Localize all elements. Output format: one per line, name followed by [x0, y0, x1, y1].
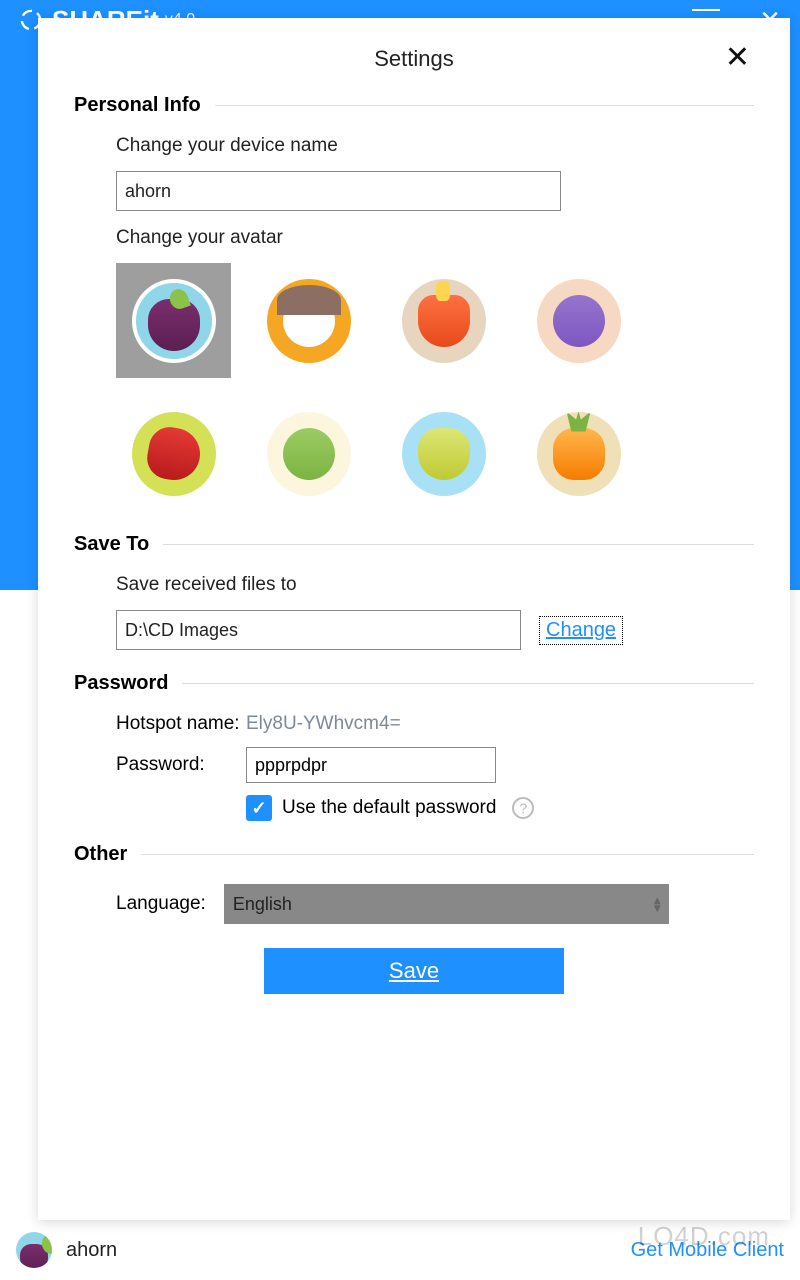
- section-title-other: Other: [74, 843, 127, 866]
- bottom-bar: ahorn Get Mobile Client: [0, 1226, 800, 1274]
- password-input[interactable]: [246, 747, 496, 783]
- change-path-link[interactable]: Change: [539, 616, 623, 645]
- close-icon[interactable]: ✕: [725, 40, 750, 75]
- device-name-input[interactable]: [116, 171, 561, 211]
- saveto-path-input[interactable]: [116, 610, 521, 650]
- default-password-checkbox[interactable]: ✓: [246, 795, 272, 821]
- divider: [141, 854, 754, 855]
- avatar-option-carrot[interactable]: [386, 263, 501, 378]
- divider: [163, 544, 754, 545]
- avatar-grid: [116, 263, 754, 511]
- user-avatar-icon[interactable]: [16, 1232, 52, 1268]
- divider: [215, 105, 754, 106]
- language-select[interactable]: [224, 884, 669, 924]
- avatar-option-eggplant[interactable]: [116, 263, 231, 378]
- avatar-option-grape[interactable]: [521, 263, 636, 378]
- hotspot-value: Ely8U-YWhvcm4=: [246, 713, 401, 735]
- save-button[interactable]: Save: [264, 948, 564, 994]
- saveto-label: Save received files to: [116, 574, 754, 596]
- username: ahorn: [66, 1239, 117, 1262]
- avatar-option-mushroom[interactable]: [251, 263, 366, 378]
- mobile-client-link[interactable]: Get Mobile Client: [631, 1239, 784, 1262]
- section-title-personal: Personal Info: [74, 94, 201, 117]
- section-title-password: Password: [74, 672, 168, 695]
- device-name-label: Change your device name: [116, 135, 754, 157]
- avatar-option-apple[interactable]: [251, 396, 366, 511]
- password-label: Password:: [116, 754, 246, 776]
- avatar-option-pineapple[interactable]: [521, 396, 636, 511]
- avatar-label: Change your avatar: [116, 227, 754, 249]
- default-password-label: Use the default password: [282, 797, 496, 819]
- avatar-option-pear[interactable]: [386, 396, 501, 511]
- hotspot-label: Hotspot name:: [116, 713, 246, 735]
- settings-title: Settings: [74, 46, 754, 72]
- language-label: Language:: [116, 893, 206, 915]
- divider: [182, 683, 754, 684]
- settings-panel: Settings ✕ Personal Info Change your dev…: [38, 18, 790, 1220]
- help-icon[interactable]: ?: [512, 797, 534, 819]
- section-title-saveto: Save To: [74, 533, 149, 556]
- avatar-option-pepper[interactable]: [116, 396, 231, 511]
- chevron-updown-icon[interactable]: ▴▾: [654, 896, 661, 913]
